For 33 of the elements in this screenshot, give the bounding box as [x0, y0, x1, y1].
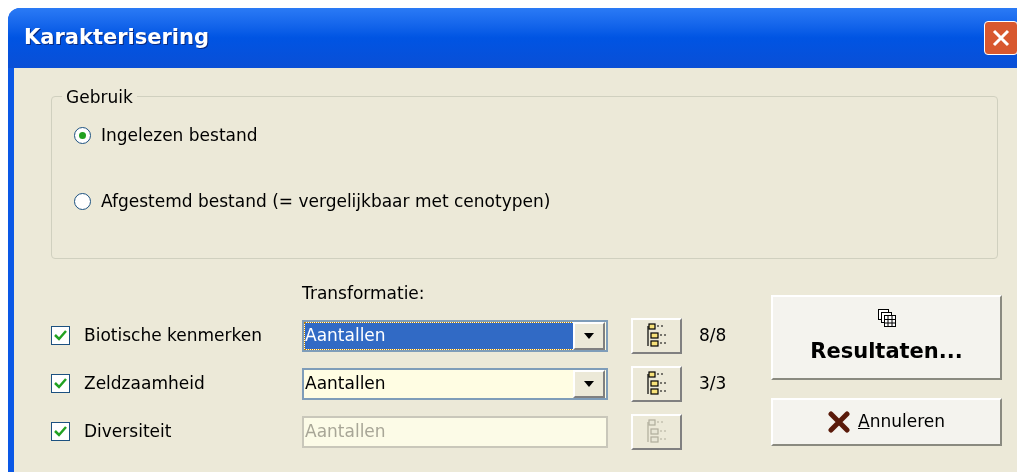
- tree-icon: [644, 417, 669, 446]
- checkbox-label[interactable]: Biotische kenmerken: [84, 322, 302, 349]
- tree-button[interactable]: [631, 413, 682, 450]
- checkbox[interactable]: [51, 374, 70, 393]
- combo-value: Aantallen: [305, 371, 387, 395]
- cancel-button[interactable]: Annuleren: [771, 398, 1002, 446]
- results-button[interactable]: Resultaten...: [771, 295, 1002, 380]
- radio-label[interactable]: Ingelezen bestand: [101, 123, 258, 149]
- tree-button[interactable]: [631, 317, 682, 354]
- window-title: Karakterisering: [24, 24, 210, 52]
- dropdown[interactable]: Aantallen: [302, 367, 608, 400]
- tree-icon: [644, 321, 669, 350]
- caret-icon: [584, 332, 594, 339]
- dropdown-button[interactable]: [573, 321, 605, 350]
- tree-icon: [644, 369, 669, 398]
- dropdown[interactable]: Aantallen: [302, 319, 608, 352]
- combo-value: Aantallen: [305, 322, 573, 349]
- close-button[interactable]: [984, 21, 1017, 55]
- caret-icon: [584, 380, 594, 387]
- tables-icon: [876, 307, 897, 328]
- count-label: 8/8: [699, 323, 727, 347]
- radio-button[interactable]: [74, 127, 91, 145]
- tree-button[interactable]: [631, 365, 682, 402]
- cross-icon: [828, 411, 850, 433]
- count-label: 3/3: [699, 371, 727, 395]
- combo-value: Aantallen: [305, 419, 387, 443]
- radio-label[interactable]: Afgestemd bestand (= vergelijkbaar met cenotypen): [101, 188, 551, 214]
- checkbox[interactable]: [51, 326, 70, 345]
- dropdown-button[interactable]: [573, 369, 605, 398]
- checkbox-label[interactable]: Zeldzaamheid: [84, 370, 302, 397]
- transformation-label: Transformatie:: [302, 282, 426, 305]
- close-icon: [991, 28, 1011, 48]
- radio-button[interactable]: [74, 192, 91, 210]
